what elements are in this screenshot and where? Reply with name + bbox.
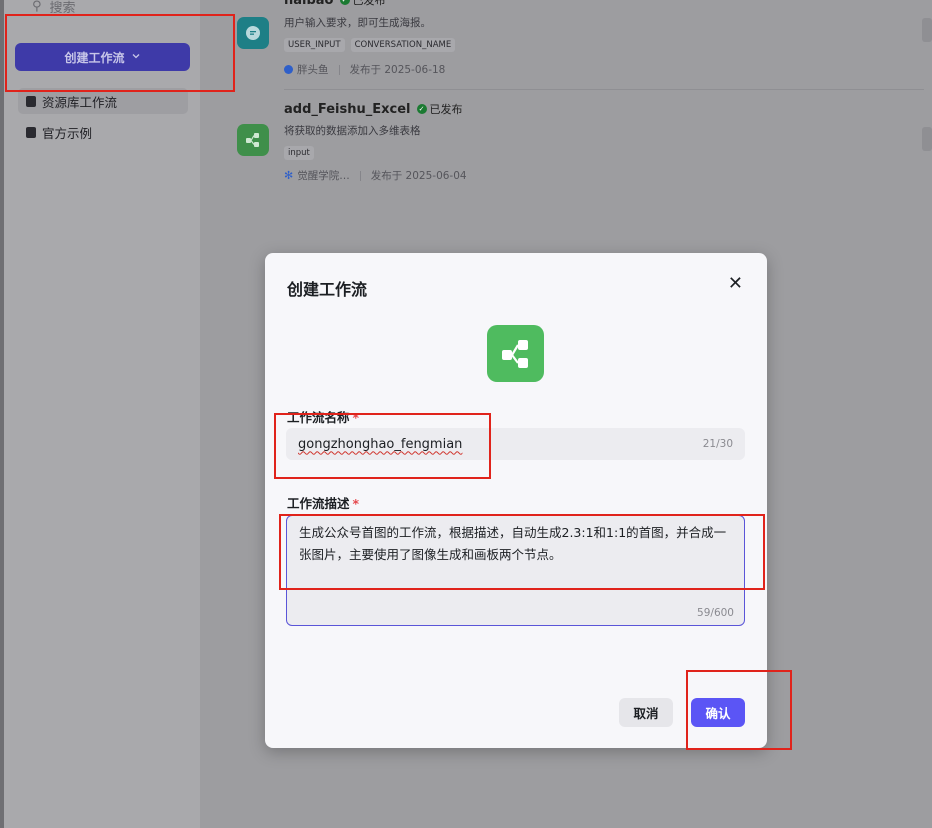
status-badge: ✓ 已发布 xyxy=(416,101,463,117)
status-text: 已发布 xyxy=(429,103,463,116)
check-icon: ✓ xyxy=(339,0,350,5)
workflow-name: add_Feishu_Excel ✓ 已发布 xyxy=(284,101,463,117)
workflow-name-input[interactable]: gongzhonghao_fengmian 21/30 xyxy=(286,428,745,460)
workflow-name: haibao ✓ 已发布 xyxy=(284,0,386,8)
create-workflow-dialog: 创建工作流 ✕ 工作流名称 * gongzhonghao_fengmian 21/… xyxy=(265,253,767,748)
close-icon[interactable]: ✕ xyxy=(728,275,743,293)
sidebar-item-official-examples[interactable]: 官方示例 xyxy=(18,119,188,145)
workflow-name-text: haibao xyxy=(284,0,334,8)
search-box[interactable]: ⚲ 搜索 xyxy=(32,0,76,16)
divider xyxy=(338,64,340,75)
book-icon xyxy=(26,126,36,138)
workflow-name-value: gongzhonghao_fengmian xyxy=(298,436,463,452)
chevron-down-icon xyxy=(131,50,141,64)
row-action-handle[interactable] xyxy=(922,18,932,42)
row-action-handle[interactable] xyxy=(922,127,932,151)
sidebar: ⚲ 搜索 创建工作流 资源库工作流 官方示例 xyxy=(0,0,200,828)
author: ✻ 觉醒学院… xyxy=(284,168,350,183)
create-workflow-button[interactable]: 创建工作流 xyxy=(15,43,190,71)
desc-field-label: 工作流描述 * xyxy=(287,493,359,512)
desc-char-counter: 59/600 xyxy=(697,607,734,619)
tag: CONVERSATION_NAME xyxy=(350,38,456,52)
confirm-button[interactable]: 确认 xyxy=(691,698,745,727)
tag: USER_INPUT xyxy=(284,38,345,52)
tag: input xyxy=(284,146,314,160)
sidebar-item-label: 官方示例 xyxy=(42,125,93,141)
tag-list: input xyxy=(284,146,314,160)
chat-icon xyxy=(237,17,269,49)
workflow-description-textarea[interactable]: 生成公众号首图的工作流，根据描述，自动生成2.3:1和1:1的首图，并合成一张图… xyxy=(286,515,745,626)
name-field-label: 工作流名称 * xyxy=(287,407,359,426)
workflow-meta: 胖头鱼 发布于 2025-06-18 xyxy=(284,62,445,77)
workflow-meta: ✻ 觉醒学院… 发布于 2025-06-04 xyxy=(284,168,467,183)
search-icon: ⚲ xyxy=(32,0,42,14)
book-icon xyxy=(26,95,36,107)
author-avatar xyxy=(284,65,293,74)
search-placeholder: 搜索 xyxy=(49,1,76,16)
workflow-icon xyxy=(237,124,269,156)
desc-label-text: 工作流描述 xyxy=(287,496,350,511)
sidebar-item-library-workflows[interactable]: 资源库工作流 xyxy=(18,88,188,114)
workflow-description: 用户输入要求，即可生成海报。 xyxy=(284,17,431,29)
author-name: 觉醒学院… xyxy=(297,170,350,182)
workflow-description: 将获取的数据添加入多维表格 xyxy=(284,125,421,137)
tag-list: USER_INPUT CONVERSATION_NAME xyxy=(284,38,456,52)
required-marker: * xyxy=(352,496,360,511)
asterisk-icon: ✻ xyxy=(284,169,294,182)
status-badge: ✓ 已发布 xyxy=(339,0,386,8)
check-icon: ✓ xyxy=(416,104,427,114)
divider xyxy=(359,170,361,181)
name-label-text: 工作流名称 xyxy=(287,410,350,425)
publish-date: 发布于 2025-06-18 xyxy=(349,64,446,76)
dialog-title: 创建工作流 xyxy=(287,280,368,299)
author: 胖头鱼 xyxy=(284,62,329,77)
create-workflow-label: 创建工作流 xyxy=(64,50,125,65)
workflow-description-value: 生成公众号首图的工作流，根据描述，自动生成2.3:1和1:1的首图，并合成一张图… xyxy=(299,525,727,562)
workflow-icon[interactable] xyxy=(487,325,544,382)
author-name: 胖头鱼 xyxy=(297,64,329,76)
window-edge xyxy=(0,0,4,828)
publish-date: 发布于 2025-06-04 xyxy=(370,170,467,182)
sidebar-item-label: 资源库工作流 xyxy=(42,94,118,110)
name-char-counter: 21/30 xyxy=(702,438,733,450)
required-marker: * xyxy=(352,410,360,425)
status-text: 已发布 xyxy=(352,0,386,7)
divider xyxy=(284,89,924,90)
cancel-button[interactable]: 取消 xyxy=(619,698,673,727)
workflow-name-text: add_Feishu_Excel xyxy=(284,101,411,117)
